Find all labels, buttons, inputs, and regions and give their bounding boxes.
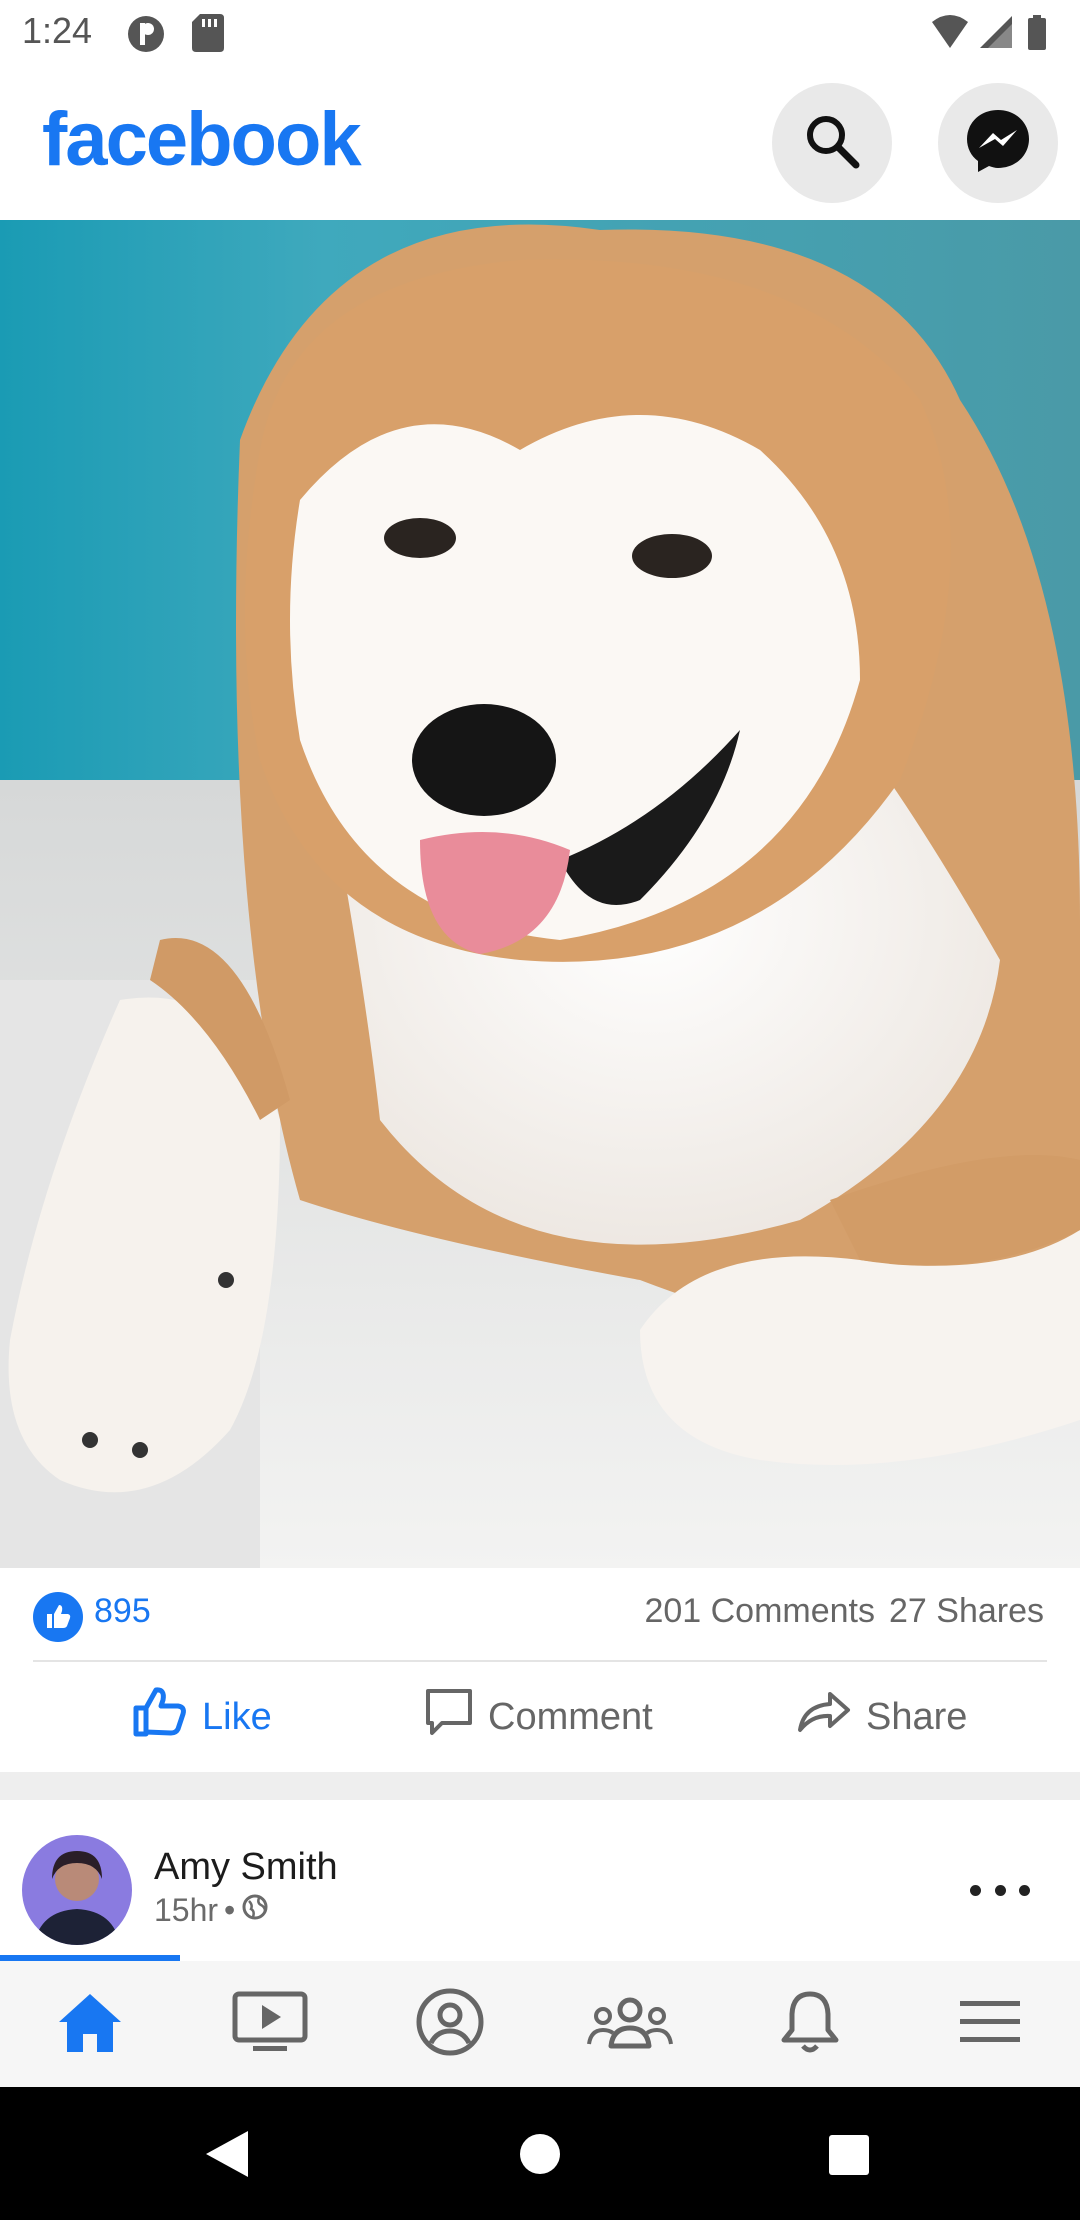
nav-notifications[interactable] — [720, 1961, 900, 2087]
nav-groups[interactable] — [540, 1961, 720, 2087]
system-nav-bar — [0, 2087, 1080, 2220]
like-reaction-icon — [33, 1592, 83, 1642]
menu-icon — [958, 1999, 1022, 2050]
app-header: facebook — [0, 66, 1080, 220]
search-icon — [800, 109, 864, 178]
globe-icon — [241, 1892, 269, 1929]
post-header: Amy Smith 15hr • — [0, 1800, 1080, 1956]
home-icon — [55, 1990, 125, 2059]
dot — [994, 1884, 1006, 1896]
more-options-button[interactable] — [970, 1878, 1030, 1902]
share-arrow-icon — [796, 1690, 852, 1744]
status-right-icons — [930, 14, 1060, 54]
like-count[interactable]: 895 — [94, 1592, 151, 1631]
search-button[interactable] — [772, 83, 892, 203]
comment-icon — [424, 1687, 474, 1747]
share-button[interactable]: Share — [796, 1662, 967, 1772]
groups-icon — [587, 1992, 673, 2057]
reactions-summary: 895 201 Comments 27 Shares — [0, 1568, 1080, 1660]
nav-home[interactable] — [0, 1961, 180, 2087]
wifi-icon — [932, 15, 968, 48]
avatar[interactable] — [22, 1835, 132, 1945]
like-button[interactable]: Like — [132, 1662, 272, 1772]
battery-icon — [1028, 15, 1046, 50]
nav-menu[interactable] — [900, 1961, 1080, 2087]
comment-label: Comment — [488, 1695, 653, 1738]
comment-button[interactable]: Comment — [424, 1662, 653, 1772]
post-actions: Like Comment Share — [0, 1662, 1080, 1772]
nav-watch[interactable] — [180, 1961, 360, 2087]
post-photo[interactable] — [0, 220, 1080, 1568]
nav-profile[interactable] — [360, 1961, 540, 2087]
comment-count[interactable]: 201 Comments — [644, 1592, 875, 1631]
engagement-counts: 201 Comments 27 Shares — [644, 1592, 1044, 1631]
status-time: 1:24 — [22, 10, 93, 51]
profile-icon — [415, 1987, 485, 2062]
status-bar: 1:24 — [0, 0, 1080, 66]
messenger-icon — [963, 106, 1033, 181]
cellular-icon — [980, 16, 1012, 48]
post-author-name[interactable]: Amy Smith — [154, 1846, 338, 1889]
sd-card-icon — [192, 14, 224, 57]
thumbs-up-icon — [132, 1686, 188, 1748]
recents-icon[interactable] — [828, 2134, 870, 2181]
messenger-button[interactable] — [938, 83, 1058, 203]
feed-separator — [0, 1772, 1080, 1800]
back-icon[interactable] — [204, 2129, 250, 2184]
home-circle-icon[interactable] — [518, 2132, 562, 2181]
post-meta: 15hr • — [154, 1892, 269, 1929]
dot — [970, 1884, 981, 1896]
meta-separator: • — [224, 1892, 236, 1928]
dot — [1019, 1884, 1030, 1896]
watch-icon — [231, 1990, 309, 2059]
bottom-nav — [0, 1961, 1080, 2087]
post-time[interactable]: 15hr — [154, 1892, 218, 1929]
share-label: Share — [866, 1695, 968, 1738]
notifications-icon — [779, 1988, 841, 2061]
share-count[interactable]: 27 Shares — [889, 1592, 1044, 1631]
like-label: Like — [202, 1695, 272, 1738]
notification-app-icon — [126, 14, 166, 59]
facebook-logo[interactable]: facebook — [42, 96, 362, 183]
